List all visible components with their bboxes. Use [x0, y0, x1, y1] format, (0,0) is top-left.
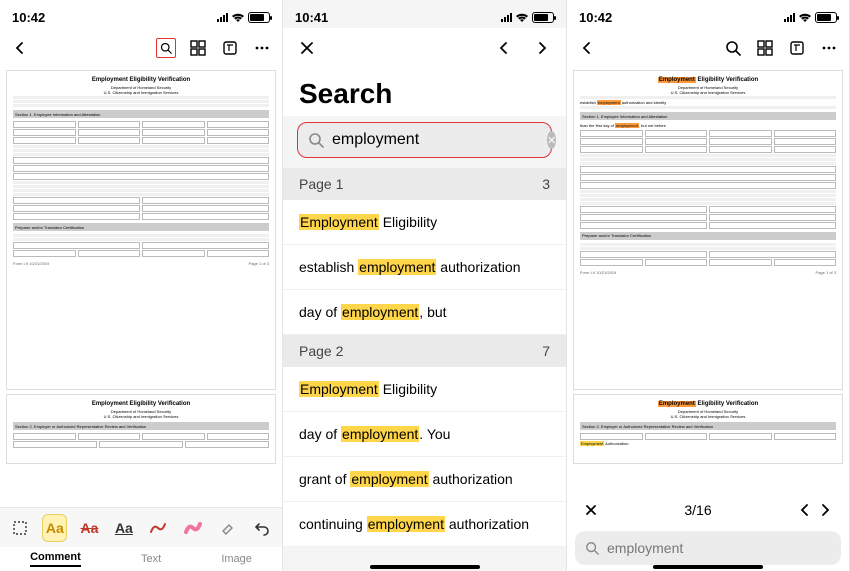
thumbnails-icon[interactable] — [755, 38, 775, 58]
highlight-tool[interactable]: Aa — [42, 514, 67, 542]
home-indicator — [370, 565, 480, 569]
thumbnails-icon[interactable] — [188, 38, 208, 58]
wifi-icon — [231, 12, 245, 23]
search-result[interactable]: day of employment. You — [283, 412, 566, 457]
bookmark-icon[interactable] — [220, 38, 240, 58]
search-nav — [283, 28, 566, 68]
more-icon[interactable] — [819, 38, 839, 58]
panel-results-in-doc: 10:42 Employment Eligibility Verificatio… — [567, 0, 850, 571]
search-field-compact[interactable]: employment — [575, 531, 841, 565]
next-result-icon[interactable] — [532, 38, 552, 58]
search-result[interactable]: Employment Eligibility — [283, 367, 566, 412]
pen-tool[interactable] — [146, 514, 170, 542]
panel-before-search: 10:42 E — [0, 0, 283, 571]
form-number: Form I-9 10/21/2019 — [13, 261, 49, 266]
status-time: 10:41 — [295, 10, 328, 25]
close-icon[interactable] — [297, 38, 317, 58]
document-page-2[interactable]: Employment Eligibility Verification Depa… — [6, 394, 276, 464]
underline-tool[interactable]: Aa — [112, 514, 136, 542]
tab-image[interactable]: Image — [221, 553, 252, 565]
close-icon[interactable] — [581, 500, 601, 520]
eraser-tool[interactable] — [215, 514, 239, 542]
page-indicator: Page 1 of 3 — [249, 261, 269, 266]
crop-icon[interactable] — [8, 514, 32, 542]
signal-icon — [501, 12, 512, 22]
battery-icon — [532, 12, 554, 23]
doc-title: Employment Eligibility Verification — [13, 77, 269, 85]
document-page-1-highlighted[interactable]: Employment Eligibility Verification Depa… — [573, 70, 843, 390]
nav-bar — [567, 28, 849, 68]
signal-icon — [217, 12, 228, 22]
search-icon[interactable] — [723, 38, 743, 58]
search-query-text: employment — [607, 540, 683, 556]
preparer-bar: Preparer and/or Translator Certification — [13, 223, 269, 231]
clear-icon[interactable]: ✕ — [547, 131, 556, 149]
strikethrough-tool[interactable]: Aa — [77, 514, 101, 542]
search-field[interactable]: ✕ — [297, 122, 552, 158]
search-result[interactable]: day of employment, but — [283, 290, 566, 335]
prev-result-icon[interactable] — [494, 38, 514, 58]
status-bar: 10:42 — [567, 0, 849, 28]
next-result-icon[interactable] — [815, 500, 835, 520]
bookmark-icon[interactable] — [787, 38, 807, 58]
tab-text[interactable]: Text — [141, 553, 161, 565]
search-result[interactable]: establish employment authorization — [283, 245, 566, 290]
undo-icon[interactable] — [250, 514, 274, 542]
section-1-bar: Section 1. Employee Information and Atte… — [13, 110, 269, 118]
back-icon[interactable] — [10, 38, 30, 58]
back-icon[interactable] — [577, 38, 597, 58]
search-input[interactable] — [332, 131, 539, 149]
status-time: 10:42 — [12, 10, 45, 25]
search-icon — [308, 132, 324, 148]
status-bar: 10:42 — [0, 0, 282, 28]
doc-subtitle-2: U.S. Citizenship and Immigration Service… — [13, 90, 269, 95]
search-heading: Search — [283, 68, 566, 116]
wifi-icon — [798, 12, 812, 23]
result-group-1: Page 1 3 — [283, 168, 566, 200]
search-result[interactable]: continuing employment authorization — [283, 502, 566, 547]
annotation-toolbar: Aa Aa Aa — [0, 507, 282, 547]
wifi-icon — [515, 12, 529, 23]
home-indicator — [653, 565, 763, 569]
battery-icon — [248, 12, 270, 23]
search-icon — [585, 541, 599, 555]
nav-bar — [0, 28, 282, 68]
more-icon[interactable] — [252, 38, 272, 58]
bottom-tabs: Comment Text Image — [0, 547, 282, 571]
panel-search: 10:41 Search ✕ Page 1 3 Employment Eligi… — [283, 0, 567, 571]
prev-result-icon[interactable] — [795, 500, 815, 520]
search-icon[interactable] — [156, 38, 176, 58]
signal-icon — [784, 12, 795, 22]
status-time: 10:42 — [579, 10, 612, 25]
battery-icon — [815, 12, 837, 23]
status-bar: 10:41 — [283, 0, 566, 28]
tab-comment[interactable]: Comment — [30, 551, 81, 567]
status-indicators — [217, 12, 270, 23]
search-result[interactable]: grant of employment authorization — [283, 457, 566, 502]
search-result[interactable]: Employment Eligibility — [283, 200, 566, 245]
result-nav-bar: 3/16 — [567, 493, 849, 527]
result-group-2: Page 2 7 — [283, 335, 566, 367]
document-page-2-highlighted[interactable]: Employment Eligibility Verification Depa… — [573, 394, 843, 464]
section-2-bar: Section 2. Employer or Authorized Repres… — [13, 422, 269, 430]
result-counter: 3/16 — [601, 502, 795, 518]
document-page-1[interactable]: Employment Eligibility Verification Depa… — [6, 70, 276, 390]
marker-tool[interactable] — [181, 514, 205, 542]
